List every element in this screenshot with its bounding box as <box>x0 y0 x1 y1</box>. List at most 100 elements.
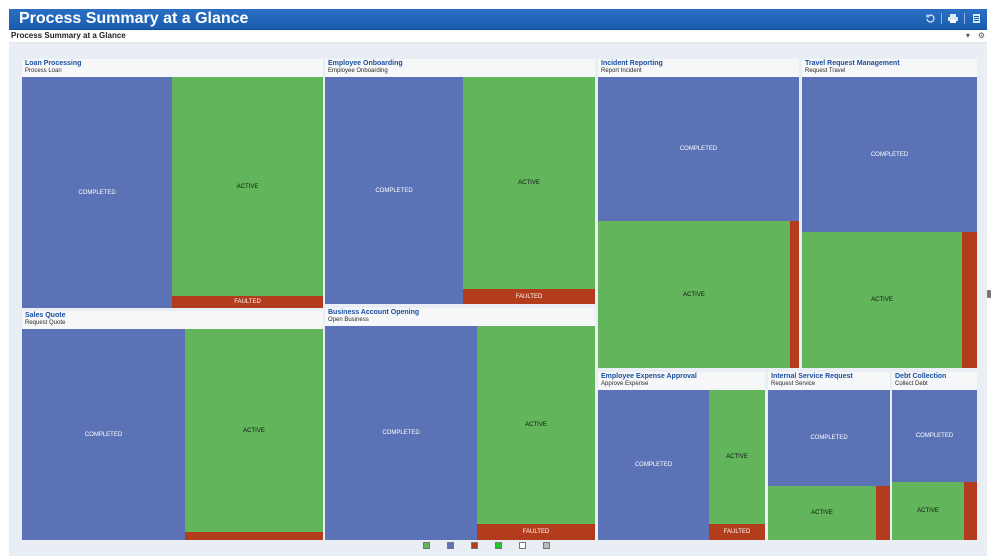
toolbar-divider <box>964 12 965 24</box>
active-cell[interactable]: ACTIVE <box>185 329 323 532</box>
process-name: Incident Reporting <box>601 60 663 67</box>
completed-label: COMPLETED <box>915 433 954 439</box>
panel-header: Debt Collection Collect Debt <box>892 372 977 390</box>
panel-header: Travel Request Management Request Travel <box>802 59 977 77</box>
completed-label: COMPLETED <box>84 431 123 438</box>
process-name: Travel Request Management <box>805 60 900 67</box>
process-name: Internal Service Request <box>771 373 853 380</box>
active-cell[interactable]: ACTIVE <box>463 77 595 289</box>
active-label: ACTIVE <box>726 454 748 460</box>
process-name: Sales Quote <box>25 312 66 319</box>
completed-cell[interactable]: COMPLETED <box>802 77 977 232</box>
completed-cell[interactable]: COMPLETED <box>325 326 477 540</box>
panel-header: Sales Quote Request Quote <box>22 311 323 329</box>
process-name: Employee Onboarding <box>328 60 403 67</box>
active-label: ACTIVE <box>243 427 265 434</box>
process-name: Debt Collection <box>895 373 947 380</box>
completed-label: COMPLETED <box>870 151 909 158</box>
panel-header: Loan Processing Process Loan <box>22 59 323 77</box>
activity-name: Request Service <box>771 381 816 387</box>
completed-label: COMPLETED <box>679 146 718 152</box>
process-panel-debt-collection[interactable]: Debt Collection Collect Debt COMPLETED A… <box>892 372 977 540</box>
faulted-cell[interactable] <box>964 482 977 540</box>
legend-swatch[interactable] <box>495 542 502 549</box>
faulted-label: FAULTED <box>723 529 751 535</box>
active-cell[interactable]: ACTIVE <box>477 326 595 524</box>
process-panel-business-account-opening[interactable]: Business Account Opening Open Business C… <box>325 308 595 540</box>
active-cell[interactable]: ACTIVE <box>802 232 962 368</box>
active-cell[interactable]: ACTIVE <box>768 486 876 540</box>
active-cell[interactable]: ACTIVE <box>709 390 765 524</box>
completed-cell[interactable]: COMPLETED <box>22 329 185 540</box>
completed-cell[interactable]: COMPLETED <box>22 77 172 308</box>
panel-header: Internal Service Request Request Service <box>768 372 890 390</box>
activity-name: Open Business <box>328 317 369 323</box>
activity-name: Process Loan <box>25 68 62 74</box>
faulted-cell[interactable]: FAULTED <box>709 524 765 540</box>
faulted-cell[interactable] <box>962 232 977 368</box>
completed-cell[interactable]: COMPLETED <box>325 77 463 304</box>
activity-name: Collect Debt <box>895 381 928 387</box>
completed-label: COMPLETED <box>634 462 673 468</box>
region-header: Process Summary at a Glance ▾ ⚙ <box>9 30 987 43</box>
process-panel-employee-onboarding[interactable]: Employee Onboarding Employee Onboarding … <box>325 59 595 304</box>
faulted-label: FAULTED <box>234 299 261 305</box>
window-title-bar: Process Summary at a Glance <box>9 9 987 30</box>
completed-cell[interactable]: COMPLETED <box>598 77 799 221</box>
faulted-cell[interactable] <box>876 486 890 540</box>
resize-handle[interactable] <box>987 290 991 298</box>
process-panel-sales-quote[interactable]: Sales Quote Request Quote COMPLETED ACTI… <box>22 311 323 540</box>
active-cell[interactable]: ACTIVE <box>892 482 964 540</box>
panel-header: Incident Reporting Report Incident <box>598 59 799 77</box>
legend <box>423 542 550 549</box>
refresh-icon[interactable] <box>925 12 935 24</box>
faulted-cell[interactable]: FAULTED <box>477 524 595 540</box>
process-name: Employee Expense Approval <box>601 373 697 380</box>
faulted-cell[interactable] <box>790 221 799 368</box>
legend-swatch[interactable] <box>519 542 526 549</box>
legend-swatch[interactable] <box>543 542 550 549</box>
toolbar-divider <box>941 12 942 24</box>
activity-name: Approve Expense <box>601 381 649 387</box>
collapse-icon[interactable]: ▾ <box>966 30 970 42</box>
faulted-cell[interactable] <box>185 532 323 540</box>
process-panel-travel-request-management[interactable]: Travel Request Management Request Travel… <box>802 59 977 368</box>
process-panel-employee-expense-approval[interactable]: Employee Expense Approval Approve Expens… <box>598 372 765 540</box>
faulted-cell[interactable]: FAULTED <box>463 289 595 304</box>
completed-cell[interactable]: COMPLETED <box>768 390 890 486</box>
activity-name: Employee Onboarding <box>328 68 388 74</box>
region-title: Process Summary at a Glance <box>11 31 126 40</box>
activity-name: Request Travel <box>805 68 846 74</box>
menu-icon[interactable] <box>971 12 981 24</box>
completed-label: COMPLETED <box>382 430 420 436</box>
process-name: Business Account Opening <box>328 309 420 316</box>
settings-icon[interactable]: ⚙ <box>978 30 985 42</box>
completed-cell[interactable]: COMPLETED <box>892 390 977 482</box>
region-toolbar: ▾ ⚙ <box>966 30 985 42</box>
active-cell[interactable]: ACTIVE <box>172 77 323 296</box>
active-label: ACTIVE <box>683 291 705 298</box>
panel-header: Business Account Opening Open Business <box>325 308 595 326</box>
process-panel-incident-reporting[interactable]: Incident Reporting Report Incident COMPL… <box>598 59 799 368</box>
activity-name: Request Quote <box>25 320 66 326</box>
panel-header: Employee Expense Approval Approve Expens… <box>598 372 765 390</box>
active-label: ACTIVE <box>811 510 833 516</box>
faulted-cell[interactable]: FAULTED <box>172 296 323 308</box>
treemap: Loan Processing Process Loan COMPLETED A… <box>9 43 987 556</box>
print-icon[interactable] <box>948 12 958 24</box>
legend-swatch[interactable] <box>471 542 478 549</box>
page-title: Process Summary at a Glance <box>19 10 249 27</box>
panel-header: Employee Onboarding Employee Onboarding <box>325 59 595 77</box>
completed-label: COMPLETED <box>375 187 413 194</box>
active-label: ACTIVE <box>525 422 547 428</box>
legend-swatch[interactable] <box>447 542 454 549</box>
legend-swatch[interactable] <box>423 542 430 549</box>
active-label: ACTIVE <box>917 508 939 514</box>
activity-name: Report Incident <box>601 68 642 74</box>
process-panel-internal-service-request[interactable]: Internal Service Request Request Service… <box>768 372 890 540</box>
faulted-label: FAULTED <box>515 293 543 300</box>
process-panel-loan-processing[interactable]: Loan Processing Process Loan COMPLETED A… <box>22 59 323 308</box>
completed-cell[interactable]: COMPLETED <box>598 390 709 540</box>
active-cell[interactable]: ACTIVE <box>598 221 790 368</box>
process-name: Loan Processing <box>25 60 82 67</box>
